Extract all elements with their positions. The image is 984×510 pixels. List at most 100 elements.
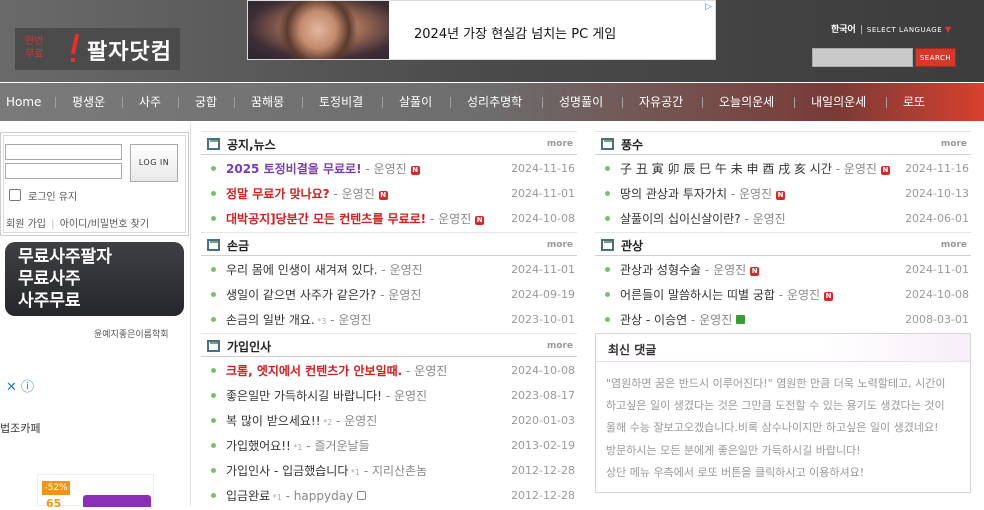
post-title[interactable]: 입금완료 [226, 489, 270, 503]
post-line[interactable]: 대박공지]당분간 모든 컨텐츠를 무료로! - 운영진 N [226, 210, 485, 227]
panel-title[interactable]: 공지,뉴스 [227, 136, 276, 153]
comment-item[interactable]: 하고싶은 일이 생겼다는 것은 그만큼 도전할 수 있는 용기도 생겼다는 것이 [606, 397, 968, 413]
promo-credit[interactable]: 윤예지좋은이름학회 [94, 327, 169, 340]
more-link[interactable]: more [547, 139, 573, 149]
post-line[interactable]: 입금완료 *1 - happyday [226, 487, 367, 504]
adchoices-icon[interactable]: ▷ [705, 2, 712, 12]
recent-comments: 최신 댓글 "염원하면 꿈은 반드시 이루어진다!" 염원한 만큼 더욱 노력할… [595, 333, 971, 493]
list-item[interactable]: 2025 토정비결을 무료로! - 운영진 N 2024-11-16 [201, 156, 577, 181]
panel-title[interactable]: 가입인사 [227, 338, 271, 355]
banner-ad[interactable]: 2024년 가장 현실감 넘치는 PC 게임 ▷ [247, 0, 716, 60]
list-item[interactable]: 가입인사 - 입금했습니다 *1 - 지리산촌놈 2012-12-28 [201, 458, 577, 483]
post-line[interactable]: 어른들이 말씀하시는 띠별 궁합 - 운영진 N [620, 286, 834, 303]
post-title[interactable]: 살풀이의 십이신살이란? [620, 212, 741, 226]
nav-today-fortune[interactable]: 오늘의운세 [719, 83, 774, 121]
list-item[interactable]: 우리 몸에 인생이 새겨져 있다. - 운영진 2024-11-01 [201, 257, 577, 282]
panel-title[interactable]: 손금 [227, 237, 249, 254]
list-item[interactable]: 입금완료 *1 - happyday 2012-12-28 [201, 483, 577, 508]
post-line[interactable]: 2025 토정비결을 무료로! - 운영진 N [226, 160, 420, 177]
nav-name-analysis[interactable]: 성명풀이 [559, 83, 603, 121]
list-item[interactable]: 子 丑 寅 卯 辰 巳 午 未 申 酉 戌 亥 시간 - 운영진 N 2024-11… [595, 156, 971, 181]
panel-title[interactable]: 풍수 [621, 136, 643, 153]
keep-login-checkbox[interactable] [9, 189, 21, 201]
nav-myeonghak[interactable]: 성리추명학 [467, 83, 522, 121]
nav-saju[interactable]: 사주 [139, 83, 161, 121]
post-title[interactable]: 정말 무료가 맞나요? [226, 187, 330, 201]
post-line[interactable]: 좋은일만 가득하시길 바랍니다! - 운영진 [226, 387, 427, 404]
list-item[interactable]: 땅의 관상과 투자가치 - 운영진 N 2024-10-13 [595, 181, 971, 206]
post-line[interactable]: 땅의 관상과 투자가치 - 운영진 N [620, 185, 786, 202]
post-title[interactable]: 우리 몸에 인생이 새겨져 있다. [226, 263, 378, 277]
post-title[interactable]: 복 많이 받으세요!! [226, 414, 321, 428]
password-input[interactable] [5, 163, 122, 179]
post-line[interactable]: 정말 무료가 맞나요? - 운영진 N [226, 185, 388, 202]
nav-tojeong[interactable]: 토정비결 [319, 83, 363, 121]
nav-compatibility[interactable]: 궁합 [195, 83, 217, 121]
post-title[interactable]: 땅의 관상과 투자가치 [620, 187, 727, 201]
post-line[interactable]: 가입했어요!! *1 - 즐거운날들 [226, 437, 370, 454]
nav-lotto[interactable]: 로또 [903, 83, 925, 121]
more-link[interactable]: more [547, 341, 573, 351]
post-line[interactable]: 관상 - 이승연 - 운영진 [620, 311, 746, 328]
post-title[interactable]: 좋은일만 가득하시길 바랍니다! [226, 389, 382, 403]
search-input[interactable] [812, 48, 913, 67]
post-title[interactable]: 손금의 일반 개요. [226, 313, 315, 327]
post-title[interactable]: 가입했어요!! [226, 439, 291, 453]
post-line[interactable]: 살풀이의 십이신살이란? - 운영진 [620, 210, 786, 227]
nav-free-board[interactable]: 자유공간 [639, 83, 683, 121]
post-title[interactable]: 크롬, 엣지에서 컨텐츠가 안보일때. [226, 364, 402, 378]
comment-item[interactable]: 올해 수능 잘보고오겠습니다.비록 삼수나이지만 하고싶은 일이 생겼네요! [606, 419, 968, 435]
post-line[interactable]: 손금의 일반 개요. *3 - 운영진 [226, 311, 371, 328]
nav-tomorrow-fortune[interactable]: 내일의운세 [811, 83, 866, 121]
post-line[interactable]: 子 丑 寅 卯 辰 巳 午 未 申 酉 戌 亥 시간 - 운영진 N [620, 160, 890, 177]
post-title[interactable]: 생일이 같으면 사주가 같은가? [226, 288, 376, 302]
post-line[interactable]: 우리 몸에 인생이 새겨져 있다. - 운영진 [226, 261, 423, 278]
join-link[interactable]: 회원 가입 [6, 219, 46, 230]
find-account-link[interactable]: 아이디/비밀번호 찾기 [60, 219, 149, 230]
list-item[interactable]: 관상 - 이승연 - 운영진 2008-03-01 [595, 307, 971, 332]
close-info-icon[interactable]: ✕ ⓘ [6, 376, 34, 395]
post-title[interactable]: 관상과 성형수술 [620, 263, 701, 277]
post-line[interactable]: 관상과 성형수술 - 운영진 N [620, 261, 760, 278]
comment-item[interactable]: 방문하시는 모든 분에게 좋은일만 가득하시길 바랍니다! [606, 442, 968, 458]
post-line[interactable]: 크롬, 엣지에서 컨텐츠가 안보일때. - 운영진 [226, 362, 447, 379]
shopping-ad[interactable]: -52% 65 [37, 474, 154, 510]
list-item[interactable]: 살풀이의 십이신살이란? - 운영진 2024-06-01 [595, 206, 971, 231]
post-title[interactable]: 子 丑 寅 卯 辰 巳 午 未 申 酉 戌 亥 시간 [620, 162, 832, 176]
comment-item[interactable]: 상단 메뉴 우측에서 로또 버튼을 클릭하시고 이용하셔요! [606, 464, 968, 480]
more-link[interactable]: more [547, 240, 573, 250]
post-title[interactable]: 어른들이 말씀하시는 띠별 궁합 [620, 288, 775, 302]
post-line[interactable]: 생일이 같으면 사주가 같은가? - 운영진 [226, 286, 421, 303]
promo-banner[interactable]: 무료사주팔자 무료사주 사주무료 [5, 242, 184, 316]
search-button[interactable]: SEARCH [915, 48, 956, 67]
list-item[interactable]: 복 많이 받으세요!! *2 - 운영진 2020-01-03 [201, 408, 577, 433]
site-logo[interactable]: 한번 무료 팔자닷컴 [15, 28, 180, 70]
nav-dream[interactable]: 꿈해몽 [251, 83, 284, 121]
username-input[interactable] [5, 144, 122, 160]
post-title[interactable]: 2025 토정비결을 무료로! [226, 162, 362, 176]
list-item[interactable]: 손금의 일반 개요. *3 - 운영진 2023-10-01 [201, 307, 577, 332]
language-selector[interactable]: 한국어 | SELECT LANGUAGE ▼ [831, 22, 951, 35]
nav-lifetime-fortune[interactable]: 평생운 [72, 83, 105, 121]
list-item[interactable]: 정말 무료가 맞나요? - 운영진 N 2024-11-01 [201, 181, 577, 206]
list-item[interactable]: 어른들이 말씀하시는 띠별 궁합 - 운영진 N 2024-10-08 [595, 282, 971, 307]
list-item[interactable]: 크롬, 엣지에서 컨텐츠가 안보일때. - 운영진 2024-10-08 [201, 358, 577, 383]
more-link[interactable]: more [941, 139, 967, 149]
comment-item[interactable]: "염원하면 꿈은 반드시 이루어진다!" 염원한 만큼 더욱 노력할테고, 시간… [606, 375, 968, 391]
post-title[interactable]: 가입인사 - 입금했습니다 [226, 464, 348, 478]
nav-home[interactable]: Home [6, 83, 41, 121]
list-item[interactable]: 생일이 같으면 사주가 같은가? - 운영진 2024-09-19 [201, 282, 577, 307]
list-item[interactable]: 관상과 성형수술 - 운영진 N 2024-11-01 [595, 257, 971, 282]
post-title[interactable]: 관상 - 이승연 [620, 313, 687, 327]
post-line[interactable]: 가입인사 - 입금했습니다 *1 - 지리산촌놈 [226, 462, 427, 479]
list-item[interactable]: 대박공지]당분간 모든 컨텐츠를 무료로! - 운영진 N 2024-10-08 [201, 206, 577, 231]
more-link[interactable]: more [941, 240, 967, 250]
post-title[interactable]: 대박공지]당분간 모든 컨텐츠를 무료로! [226, 212, 426, 226]
list-item[interactable]: 좋은일만 가득하시길 바랍니다! - 운영진 2023-08-17 [201, 383, 577, 408]
post-line[interactable]: 복 많이 받으세요!! *2 - 운영진 [226, 412, 377, 429]
nav-salpuri[interactable]: 살풀이 [399, 83, 432, 121]
login-button[interactable]: LOG IN [130, 144, 178, 182]
cafe-link[interactable]: 법조카페 [0, 420, 40, 436]
list-item[interactable]: 가입했어요!! *1 - 즐거운날들 2013-02-19 [201, 433, 577, 458]
panel-title[interactable]: 관상 [621, 237, 643, 254]
